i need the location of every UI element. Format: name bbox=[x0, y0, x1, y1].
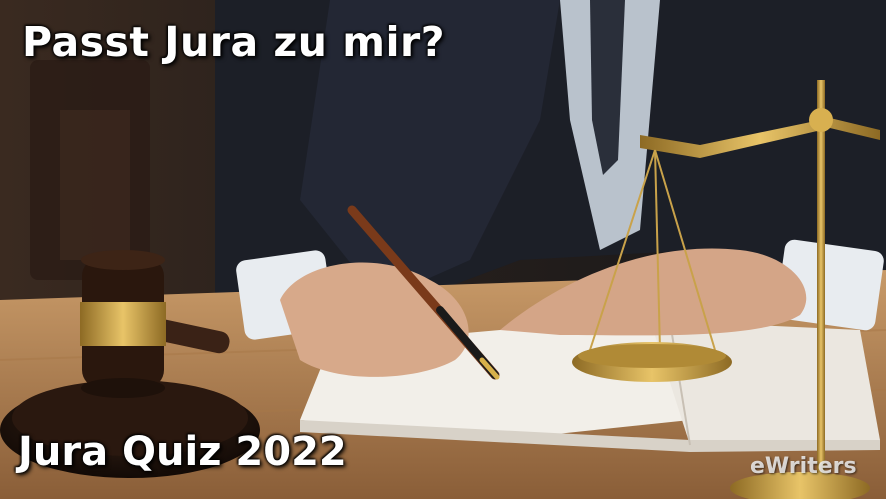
brand-logo: eWriters bbox=[750, 454, 857, 479]
thumbnail: Passt Jura zu mir? Jura Quiz 2022 eWrite… bbox=[0, 0, 886, 499]
headline: Passt Jura zu mir? bbox=[22, 18, 446, 66]
quiz-title: Jura Quiz 2022 bbox=[18, 429, 347, 475]
